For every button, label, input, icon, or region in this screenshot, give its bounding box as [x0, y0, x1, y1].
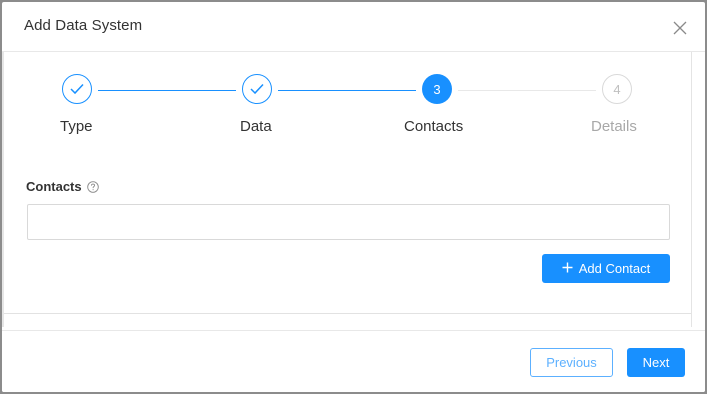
- scroll-gutter: [691, 52, 705, 327]
- step-label-contacts: Contacts: [404, 118, 464, 135]
- step-connector: [458, 90, 596, 91]
- step-4-indicator: 4: [602, 74, 632, 104]
- add-contact-label: Add Contact: [578, 261, 651, 276]
- modal-header: Add Data System: [2, 2, 705, 52]
- step-label-data: Data: [240, 118, 272, 135]
- contacts-label: Contacts: [26, 179, 99, 194]
- add-contact-button[interactable]: Add Contact: [542, 254, 670, 283]
- plus-icon: [562, 261, 573, 276]
- step-label-details: Details: [591, 118, 637, 135]
- step-2-check-icon: [242, 74, 272, 104]
- step-1-check-icon: [62, 74, 92, 104]
- step-label-type: Type: [60, 118, 93, 135]
- next-button[interactable]: Next: [627, 348, 685, 377]
- contacts-label-text: Contacts: [26, 179, 82, 194]
- contacts-input[interactable]: [27, 204, 670, 240]
- modal-title: Add Data System: [24, 17, 143, 34]
- step-connector: [278, 90, 416, 91]
- previous-button[interactable]: Previous: [530, 348, 613, 377]
- close-icon[interactable]: [670, 18, 690, 38]
- add-data-system-modal: Add Data System Type Data 3 Contacts 4 D…: [2, 2, 705, 392]
- step-connector: [98, 90, 236, 91]
- step-3-indicator: 3: [422, 74, 452, 104]
- help-icon[interactable]: [86, 180, 99, 193]
